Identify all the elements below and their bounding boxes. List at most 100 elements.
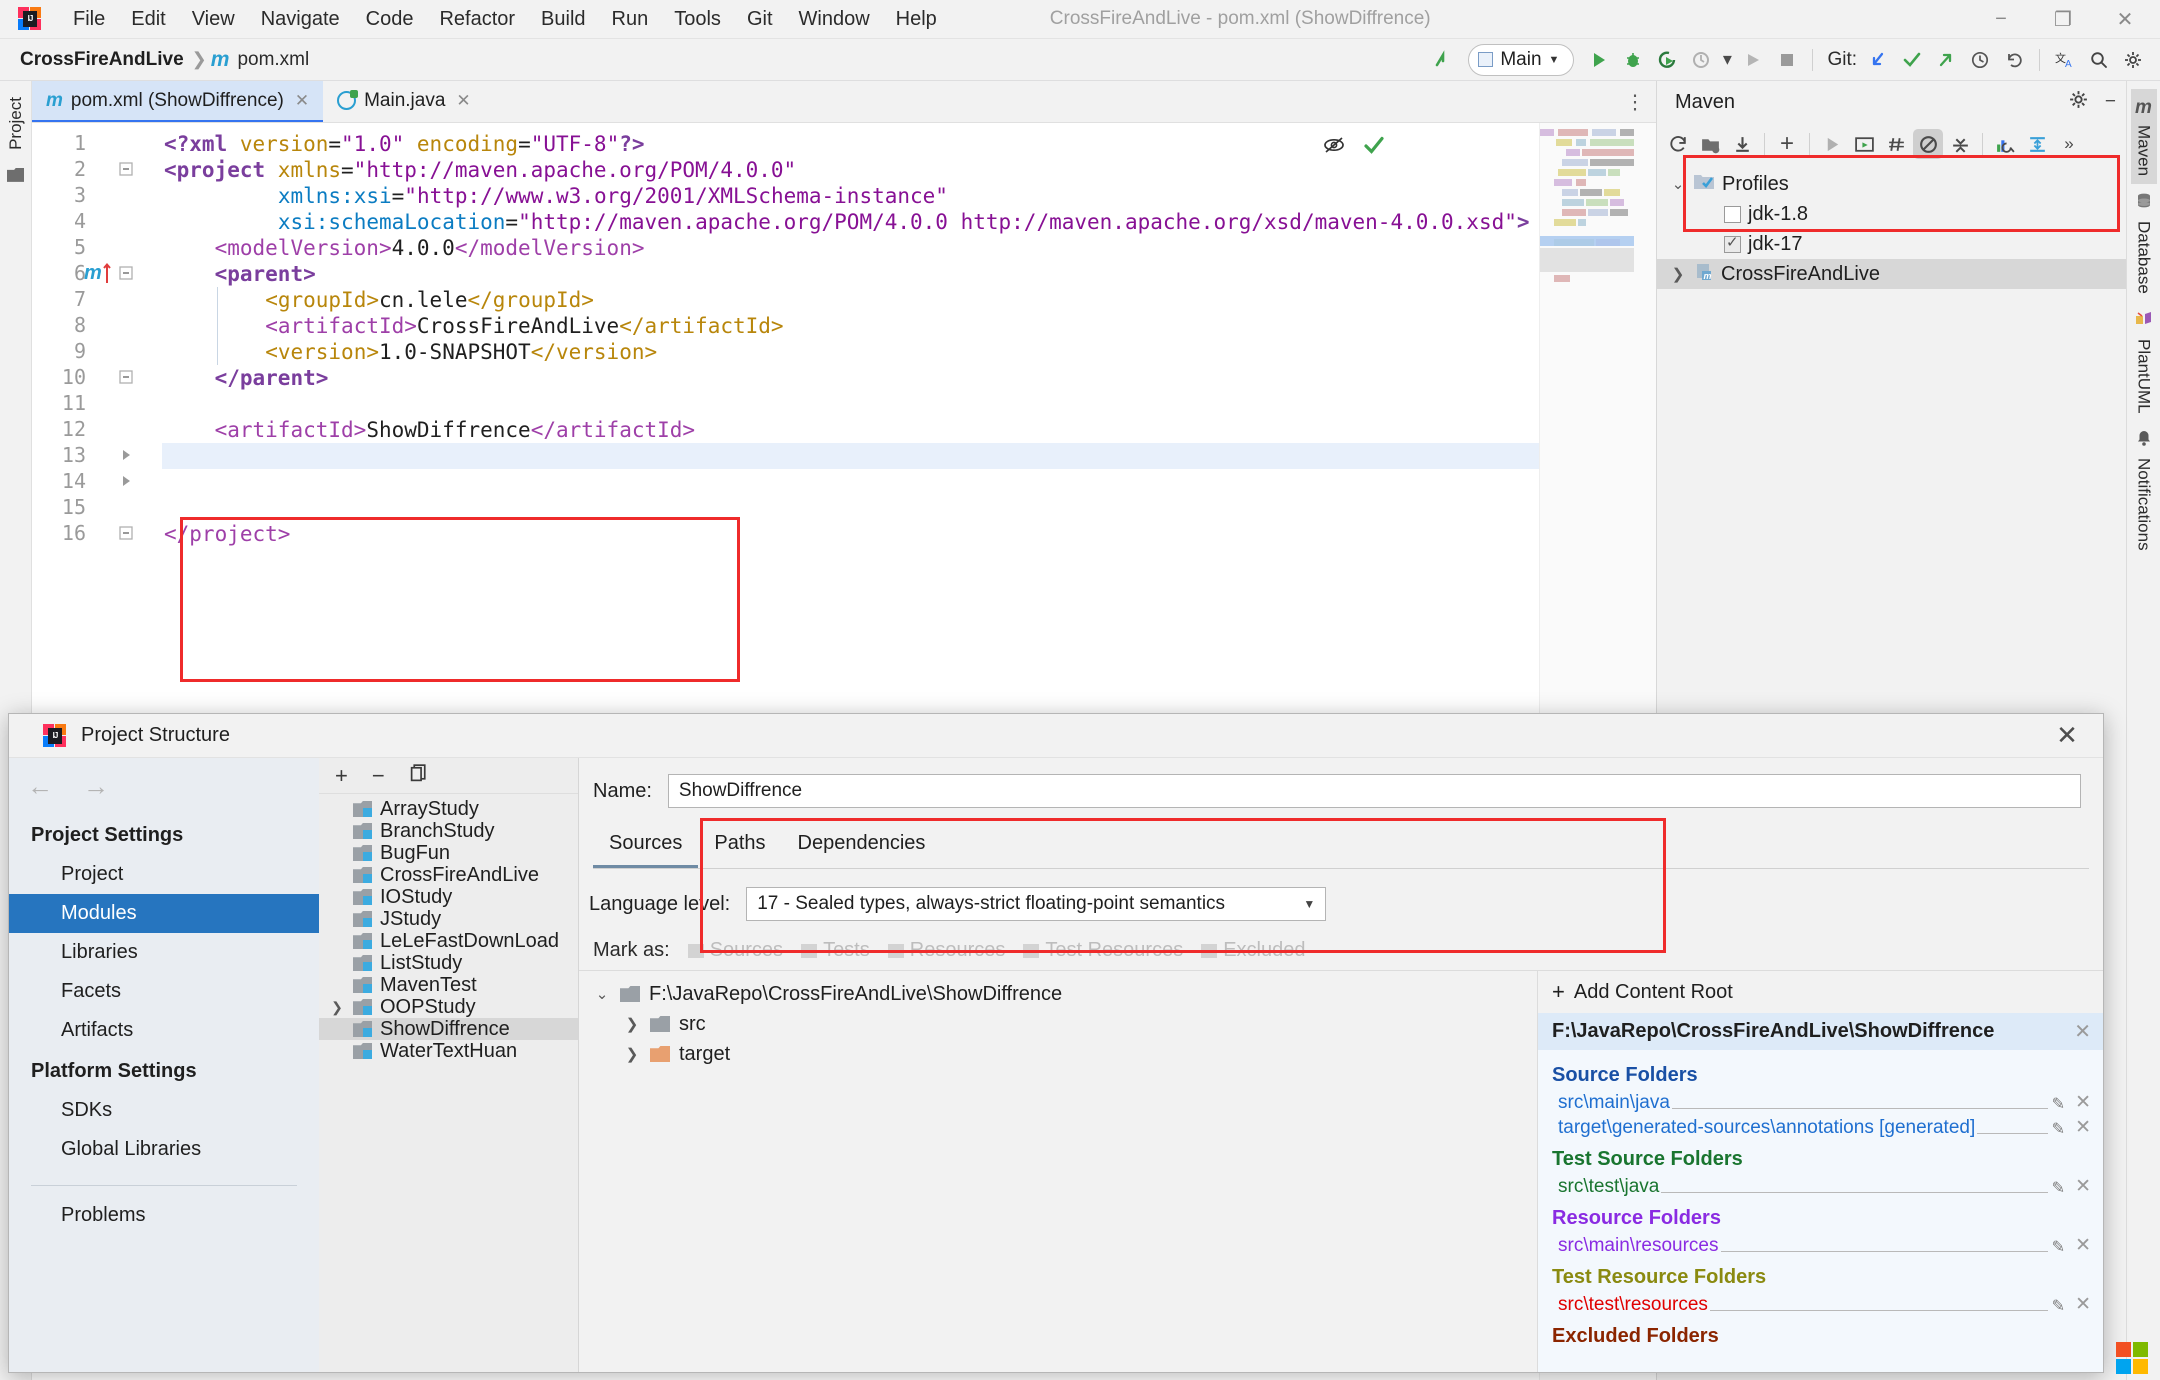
git-commit-icon[interactable] [1895,43,1929,77]
modules-list[interactable]: ArrayStudy BranchStudy BugFun CrossFireAndL… [319,794,578,1372]
selected-content-root[interactable]: F:\JavaRepo\CrossFireAndLive\ShowDiffren… [1538,1013,2103,1050]
debug-button[interactable] [1616,43,1650,77]
module-list-item[interactable]: MavenTest [319,974,578,996]
nav-forward-icon[interactable]: → [83,771,109,802]
collapse-all-icon[interactable] [1945,129,1975,159]
profile-checkbox[interactable] [1724,233,1741,253]
menu-tools[interactable]: Tools [661,4,734,35]
code-fold-icon[interactable] [118,447,136,465]
remove-module-icon[interactable]: − [372,763,385,789]
nav-back-icon[interactable]: ← [27,771,53,802]
profiler-button[interactable] [1684,43,1718,77]
remove-folder-icon[interactable]: ✕ [2075,1116,2091,1139]
mark-as-resources[interactable]: Resources [887,939,1005,962]
module-expand-chevron-icon[interactable]: ❯ [329,999,345,1016]
tool-tab-notifications[interactable]: Notifications [2131,421,2157,559]
module-list-item[interactable]: WaterTextHuan [319,1040,578,1062]
code-fold-icon[interactable] [118,525,136,543]
code-fold-icon[interactable] [118,369,136,387]
breadcrumb-file[interactable]: pom.xml [233,47,313,73]
sidebar-item-problems[interactable]: Problems [9,1196,319,1235]
copy-module-icon[interactable] [409,762,430,789]
edit-pencil-icon[interactable]: ✎ [2052,1094,2065,1114]
folder-path-row[interactable]: target\generated-sources\annotations [ge… [1538,1115,2103,1140]
mark-as-test-resources[interactable]: Test Resources [1023,939,1183,962]
code-line[interactable]: </project> [164,521,290,547]
remove-folder-icon[interactable]: ✕ [2075,1091,2091,1114]
edit-pencil-icon[interactable]: ✎ [2052,1296,2065,1316]
remove-folder-icon[interactable]: ✕ [2075,1234,2091,1257]
maximize-button[interactable]: ❐ [2032,0,2094,38]
tool-tab-project[interactable]: Project [4,91,28,156]
tree-chevron-icon[interactable]: ❯ [623,1015,641,1033]
code-line[interactable]: </parent> [215,365,329,391]
edit-pencil-icon[interactable]: ✎ [2052,1119,2065,1139]
code-line[interactable]: <artifactId>CrossFireAndLive</artifactId… [265,313,783,339]
maven-tree-row[interactable]: jdk-1.8 [1657,199,2126,229]
menu-git[interactable]: Git [734,4,786,35]
dialog-close-button[interactable]: ✕ [2043,716,2091,756]
menu-navigate[interactable]: Navigate [248,4,353,35]
gear-icon[interactable] [2068,89,2089,116]
inspections-off-icon[interactable] [1322,133,1346,163]
menu-file[interactable]: File [60,4,118,35]
tree-chevron-icon[interactable]: ❯ [1669,265,1687,283]
content-tree-row[interactable]: ❯ target [579,1039,1537,1069]
folder-path-row[interactable]: src\test\java ✎ ✕ [1538,1174,2103,1199]
tool-tab-plantuml[interactable]: PlantUML [2131,302,2157,422]
module-tab-paths[interactable]: Paths [698,826,781,868]
module-list-item[interactable]: ❯ OOPStudy [319,996,578,1018]
menu-view[interactable]: View [179,4,248,35]
language-level-select[interactable]: 17 - Sealed types, always-strict floatin… [746,887,1327,921]
code-line[interactable]: xsi:schemaLocation="http://maven.apache.… [278,209,1530,235]
menu-edit[interactable]: Edit [118,4,178,35]
tree-chevron-icon[interactable]: ⌄ [593,985,611,1003]
module-list-item[interactable]: ShowDiffrence [319,1018,578,1040]
search-everywhere-icon[interactable] [2082,43,2116,77]
menu-help[interactable]: Help [883,4,950,35]
close-tab-icon[interactable]: ✕ [295,91,309,111]
sidebar-item-modules[interactable]: Modules [9,894,319,933]
folder-path-row[interactable]: src\test\resources ✎ ✕ [1538,1292,2103,1317]
git-push-icon[interactable] [1929,43,1963,77]
code-line[interactable]: xmlns:xsi="http://www.w3.org/2001/XMLSch… [278,183,948,209]
toggle-offline-icon[interactable] [1913,129,1943,159]
code-line[interactable]: <?xml version="1.0" encoding="UTF-8"?> [164,131,645,157]
git-history-icon[interactable] [1963,43,1997,77]
project-folder-icon[interactable] [7,167,24,182]
sidebar-item-facets[interactable]: Facets [9,972,319,1011]
folder-path-row[interactable]: src\main\resources ✎ ✕ [1538,1233,2103,1258]
tree-chevron-icon[interactable]: ⌄ [1669,175,1687,193]
run-button[interactable] [1582,43,1616,77]
git-rollback-icon[interactable] [1997,43,2031,77]
reload-icon[interactable] [1663,129,1693,159]
module-tab-dependencies[interactable]: Dependencies [782,826,942,868]
module-list-item[interactable]: LeLeFastDownLoad [319,930,578,952]
code-line[interactable]: <version>1.0-SNAPSHOT</version> [265,339,657,365]
menu-code[interactable]: Code [353,4,427,35]
sidebar-item-libraries[interactable]: Libraries [9,933,319,972]
settings-gear-icon[interactable] [2116,43,2150,77]
analyze-dependencies-icon[interactable] [1990,129,2020,159]
tool-tab-maven[interactable]: m Maven [2130,89,2157,185]
code-fold-icon[interactable] [118,161,136,179]
menu-refactor[interactable]: Refactor [426,4,528,35]
module-list-item[interactable]: ArrayStudy [319,798,578,820]
module-tab-sources[interactable]: Sources [593,826,699,868]
code-fold-icon[interactable] [118,265,136,283]
module-list-item[interactable]: BranchStudy [319,820,578,842]
mark-as-excluded[interactable]: Excluded [1201,939,1305,962]
hide-panel-icon[interactable]: − [2105,91,2116,113]
mark-as-sources[interactable]: Sources [687,939,783,962]
run-with-coverage-button[interactable] [1650,43,1684,77]
module-list-item[interactable]: BugFun [319,842,578,864]
profiler-dropdown-icon[interactable]: ▾ [1718,43,1736,77]
close-tab-icon-2[interactable]: ✕ [456,91,470,111]
sidebar-item-project[interactable]: Project [9,855,319,894]
remove-folder-icon[interactable]: ✕ [2075,1175,2091,1198]
editor-tab-main-java[interactable]: Main.java ✕ [323,81,485,122]
module-list-item[interactable]: ListStudy [319,952,578,974]
maven-tree-row[interactable]: ⌄ Profiles [1657,169,2126,199]
edit-pencil-icon[interactable]: ✎ [2052,1178,2065,1198]
code-line[interactable]: <project xmlns="http://maven.apache.org/… [164,157,796,183]
